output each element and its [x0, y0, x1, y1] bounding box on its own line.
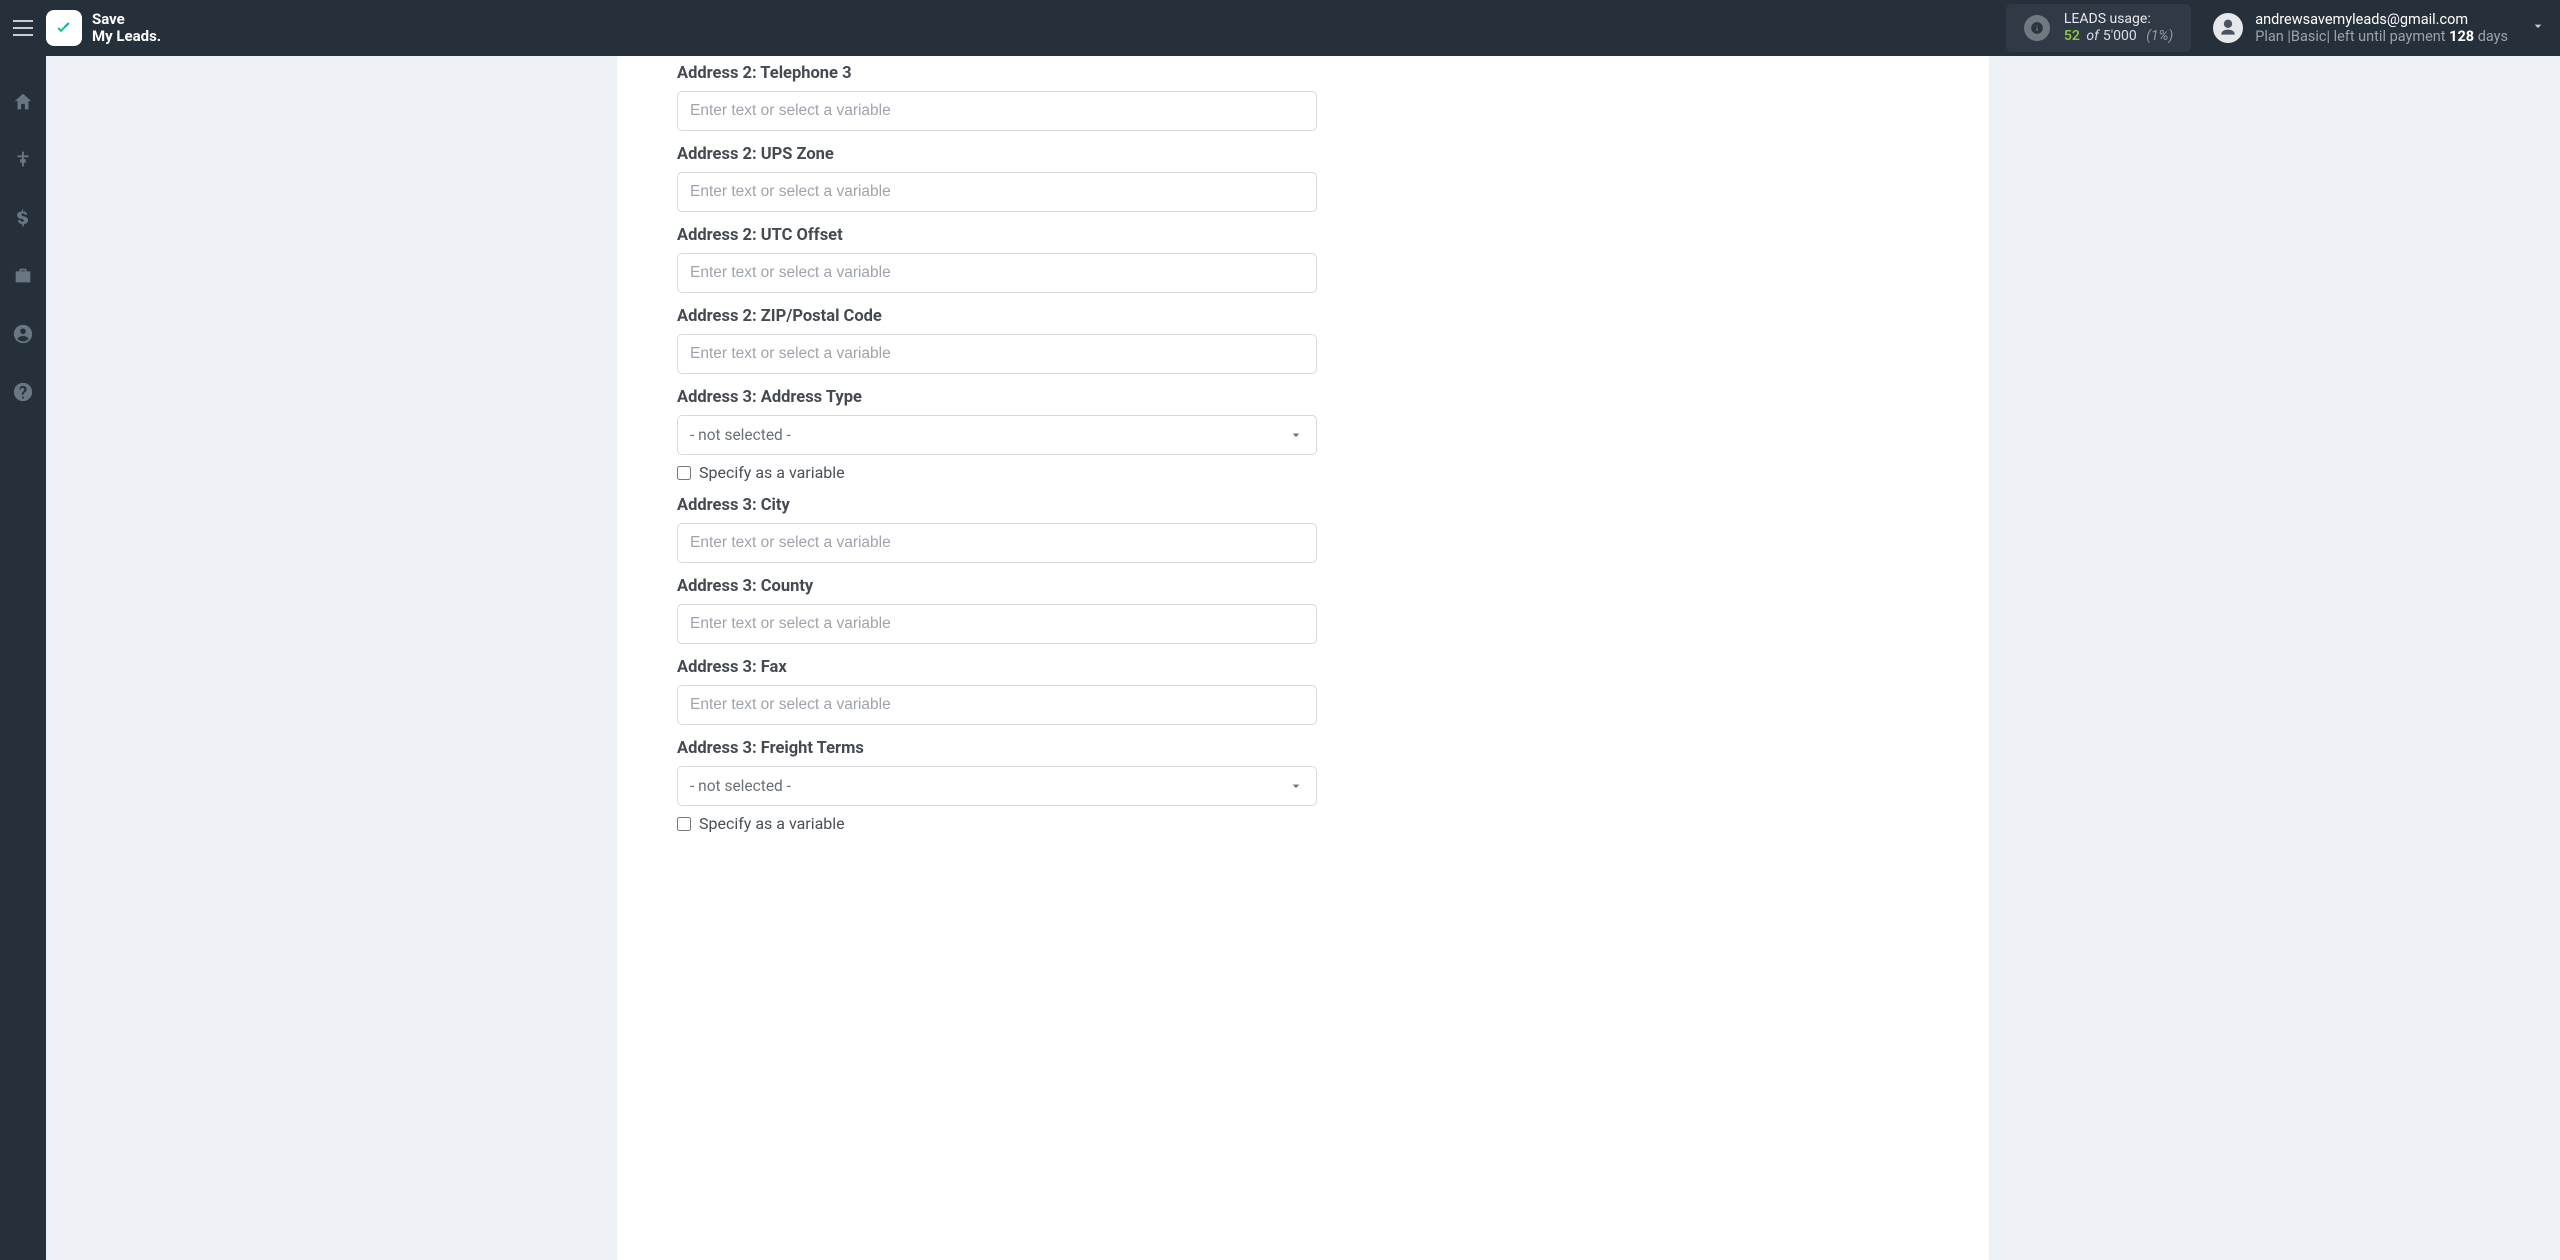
usage-text: LEADS usage: 52 of5'000 (1%) [2064, 11, 2173, 45]
usage-badge[interactable]: LEADS usage: 52 of5'000 (1%) [2006, 4, 2191, 52]
input-addr3-county[interactable] [677, 604, 1317, 644]
field-addr3-county: Address 3: County [677, 577, 1317, 644]
sidebar-item-connections[interactable] [0, 142, 46, 178]
field-addr3-fax: Address 3: Fax [677, 658, 1317, 725]
field-addr3-type: Address 3: Address Type - not selected -… [677, 388, 1317, 482]
chevron-down-icon [1288, 778, 1304, 794]
field-addr2-tel3: Address 2: Telephone 3 [677, 64, 1317, 131]
label-addr3-freight: Address 3: Freight Terms [677, 739, 1317, 758]
content-scroll[interactable]: Address 2: Telephone 3 Address 2: UPS Zo… [46, 56, 2560, 1260]
sidebar-item-briefcase[interactable] [0, 258, 46, 294]
field-addr2-ups: Address 2: UPS Zone [677, 145, 1317, 212]
chevron-down-icon [2530, 18, 2546, 34]
menu-toggle-button[interactable] [8, 13, 38, 43]
home-icon [12, 91, 34, 113]
sidebar-item-home[interactable] [0, 84, 46, 120]
top-bar: Save My Leads. LEADS usage: 52 of5'000 (… [0, 0, 2560, 56]
avatar [2213, 13, 2243, 43]
label-addr3-county: Address 3: County [677, 577, 1317, 596]
input-addr2-tel3[interactable] [677, 91, 1317, 131]
sidebar-item-billing[interactable] [0, 200, 46, 236]
input-addr3-city[interactable] [677, 523, 1317, 563]
user-icon [2218, 18, 2238, 38]
sitemap-icon [12, 149, 34, 171]
brand-name: Save My Leads. [92, 11, 161, 46]
info-icon [2024, 15, 2050, 41]
account-dropdown-toggle[interactable] [2530, 18, 2546, 38]
sidebar-item-help[interactable] [0, 374, 46, 410]
label-addr2-ups: Address 2: UPS Zone [677, 145, 1317, 164]
form-panel: Address 2: Telephone 3 Address 2: UPS Zo… [617, 56, 1989, 1260]
specify-row-addr3-freight: Specify as a variable [677, 814, 1317, 833]
specify-label[interactable]: Specify as a variable [699, 463, 845, 482]
select-addr3-type[interactable]: - not selected - [677, 415, 1317, 455]
select-value: - not selected - [690, 777, 791, 795]
briefcase-icon [12, 265, 34, 287]
input-addr3-fax[interactable] [677, 685, 1317, 725]
input-addr2-zip[interactable] [677, 334, 1317, 374]
specify-label[interactable]: Specify as a variable [699, 814, 845, 833]
input-addr2-ups[interactable] [677, 172, 1317, 212]
sidebar-item-profile[interactable] [0, 316, 46, 352]
field-addr2-zip: Address 2: ZIP/Postal Code [677, 307, 1317, 374]
field-addr3-city: Address 3: City [677, 496, 1317, 563]
chevron-down-icon [1288, 427, 1304, 443]
select-addr3-freight[interactable]: - not selected - [677, 766, 1317, 806]
question-icon [12, 381, 34, 403]
label-addr3-city: Address 3: City [677, 496, 1317, 515]
input-addr2-utc[interactable] [677, 253, 1317, 293]
label-addr2-zip: Address 2: ZIP/Postal Code [677, 307, 1317, 326]
label-addr2-tel3: Address 2: Telephone 3 [677, 64, 1317, 83]
brand-logo[interactable] [46, 10, 82, 46]
specify-row-addr3-type: Specify as a variable [677, 463, 1317, 482]
specify-checkbox-addr3-type[interactable] [677, 466, 691, 480]
check-icon [52, 16, 76, 40]
label-addr3-type: Address 3: Address Type [677, 388, 1317, 407]
label-addr3-fax: Address 3: Fax [677, 658, 1317, 677]
account-text: andrewsavemyleads@gmail.com Plan |Basic|… [2255, 11, 2508, 46]
specify-checkbox-addr3-freight[interactable] [677, 817, 691, 831]
field-addr3-freight: Address 3: Freight Terms - not selected … [677, 739, 1317, 833]
field-addr2-utc: Address 2: UTC Offset [677, 226, 1317, 293]
sidebar [0, 56, 46, 1260]
user-circle-icon [12, 323, 34, 345]
dollar-icon [13, 208, 33, 228]
label-addr2-utc: Address 2: UTC Offset [677, 226, 1317, 245]
account-block[interactable]: andrewsavemyleads@gmail.com Plan |Basic|… [2213, 11, 2508, 46]
select-value: - not selected - [690, 426, 791, 444]
